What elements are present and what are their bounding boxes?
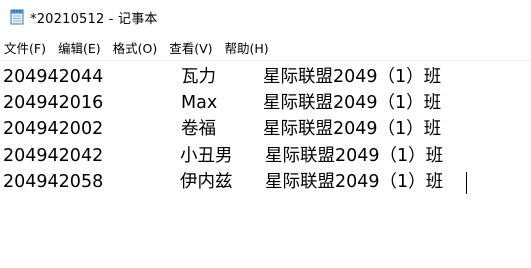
student-id: 204942044 bbox=[3, 67, 104, 87]
menu-file[interactable]: 文件(F) bbox=[0, 35, 51, 60]
window-title: *20210512 - 记事本 bbox=[30, 11, 158, 27]
notepad-icon bbox=[10, 9, 24, 25]
student-id: 204942002 bbox=[3, 119, 104, 139]
student-class: 星际联盟2049（1）班 bbox=[263, 119, 442, 139]
text-line: 204942044 瓦力 星际联盟2049（1）班 bbox=[0, 64, 531, 91]
student-class: 星际联盟2049（1）班 bbox=[265, 146, 444, 166]
student-name: Max bbox=[181, 93, 218, 113]
menu-edit[interactable]: 编辑(E) bbox=[53, 35, 106, 60]
text-editor[interactable]: 204942044 瓦力 星际联盟2049（1）班 204942016 Max … bbox=[0, 60, 531, 268]
student-name: 瓦力 bbox=[181, 67, 216, 87]
title-bar[interactable]: *20210512 - 记事本 bbox=[0, 0, 531, 34]
menu-format[interactable]: 格式(O) bbox=[108, 35, 163, 60]
student-class: 星际联盟2049（1）班 bbox=[263, 67, 442, 87]
text-line: 204942058 伊内兹 星际联盟2049（1）班 bbox=[0, 169, 531, 196]
text-caret bbox=[466, 172, 467, 194]
student-class: 星际联盟2049（1）班 bbox=[265, 172, 444, 192]
menu-help[interactable]: 帮助(H) bbox=[220, 35, 274, 60]
student-id: 204942016 bbox=[3, 93, 104, 113]
student-name: 小丑男 bbox=[180, 146, 233, 166]
menu-view[interactable]: 查看(V) bbox=[164, 35, 217, 60]
student-id: 204942058 bbox=[3, 172, 104, 192]
menu-bar: 文件(F) 编辑(E) 格式(O) 查看(V) 帮助(H) bbox=[0, 34, 531, 60]
student-name: 伊内兹 bbox=[180, 172, 233, 192]
text-line: 204942002 卷福 星际联盟2049（1）班 bbox=[0, 116, 531, 143]
notepad-window: *20210512 - 记事本 文件(F) 编辑(E) 格式(O) 查看(V) … bbox=[0, 0, 531, 268]
student-id: 204942042 bbox=[3, 146, 104, 166]
student-class: 星际联盟2049（1）班 bbox=[263, 93, 442, 113]
text-line: 204942016 Max 星际联盟2049（1）班 bbox=[0, 90, 531, 117]
student-name: 卷福 bbox=[181, 119, 216, 139]
text-line: 204942042 小丑男 星际联盟2049（1）班 bbox=[0, 143, 531, 170]
